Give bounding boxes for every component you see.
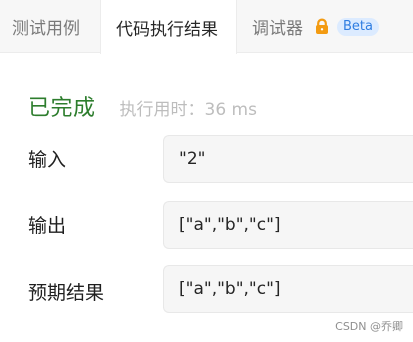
execution-status: 已完成 执行用时：36 ms bbox=[28, 90, 257, 121]
output-value-box: ["a","b","c"] bbox=[163, 201, 413, 249]
input-label: 输入 bbox=[28, 149, 67, 171]
expected-label: 预期结果 bbox=[28, 282, 105, 304]
tab-test-cases[interactable]: 测试用例 bbox=[0, 0, 100, 53]
tab-debugger-label: 调试器 bbox=[252, 19, 303, 39]
tab-bar: 测试用例 代码执行结果 调试器 Beta bbox=[0, 0, 413, 54]
output-value: ["a","b","c"] bbox=[179, 215, 281, 235]
input-value: "2" bbox=[179, 149, 206, 169]
output-label: 输出 bbox=[28, 215, 67, 237]
lock-icon bbox=[316, 18, 328, 34]
csdn-watermark: CSDN @乔卿 bbox=[335, 320, 403, 333]
runtime-text: 执行用时：36 ms bbox=[119, 100, 257, 120]
beta-badge: Beta bbox=[337, 17, 379, 36]
expected-value: ["a","b","c"] bbox=[179, 279, 281, 299]
tab-debugger[interactable]: 调试器 Beta bbox=[237, 0, 413, 53]
tab-run-results[interactable]: 代码执行结果 bbox=[100, 0, 237, 54]
expected-value-box: ["a","b","c"] bbox=[163, 265, 413, 313]
tab-run-results-label: 代码执行结果 bbox=[116, 19, 218, 40]
input-value-box: "2" bbox=[163, 135, 413, 183]
tab-test-cases-label: 测试用例 bbox=[12, 19, 80, 39]
completed-status: 已完成 bbox=[28, 96, 96, 121]
